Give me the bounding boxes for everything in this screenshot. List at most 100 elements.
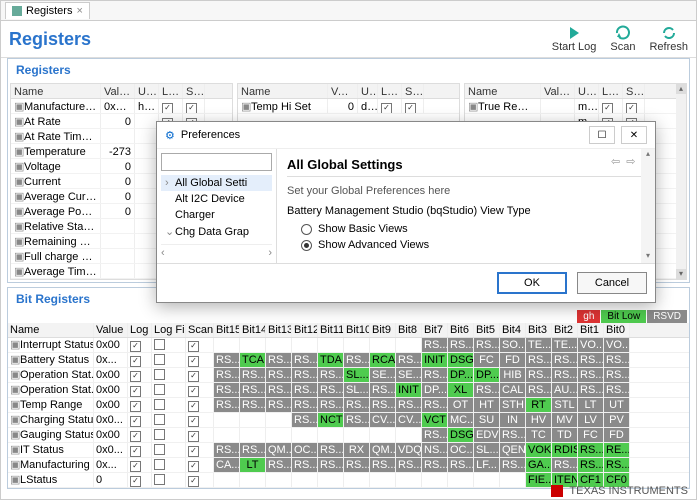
checkbox[interactable] xyxy=(130,431,141,442)
bit-cell: RS... xyxy=(578,458,604,472)
tree-scroll-left[interactable]: ‹ xyxy=(161,247,165,259)
nav-fwd-icon[interactable]: ⇨ xyxy=(626,155,635,168)
checkbox[interactable] xyxy=(154,474,165,485)
bit-cell: LF... xyxy=(474,458,500,472)
checkbox[interactable] xyxy=(130,341,141,352)
header: Registers Start Log Scan Refresh xyxy=(1,21,696,58)
checkbox[interactable] xyxy=(188,386,199,397)
checkbox[interactable] xyxy=(154,384,165,395)
bit-row[interactable]: ▣Operation Stat...0x00RS...RS...RS...RS.… xyxy=(8,368,689,383)
tree-scroll-right[interactable]: › xyxy=(268,247,272,259)
checkbox[interactable] xyxy=(188,356,199,367)
vscrollbar[interactable]: ▴▾ xyxy=(676,84,686,279)
checkbox[interactable] xyxy=(154,399,165,410)
bit-row[interactable]: ▣IT Status0x0...RS...RS...QM...OC...RS..… xyxy=(8,443,689,458)
bit-cell: LT xyxy=(240,458,266,472)
bit-cell: RS... xyxy=(240,398,266,412)
checkbox[interactable] xyxy=(626,103,637,114)
checkbox[interactable] xyxy=(188,446,199,457)
register-row[interactable]: ▣True Rem Q ...m... xyxy=(465,99,676,114)
tree-charger[interactable]: Charger xyxy=(161,207,272,223)
bit-cell xyxy=(370,473,396,487)
bit-cell: CA... xyxy=(214,458,240,472)
refresh-button[interactable]: Refresh xyxy=(649,25,688,53)
register-row[interactable]: ▣Temp Hi Set0d... xyxy=(238,99,459,114)
bit-cell: RS... xyxy=(526,368,552,382)
checkbox[interactable] xyxy=(130,371,141,382)
close-button[interactable]: ✕ xyxy=(621,126,647,144)
bit-grid-header: NameValueLogLog Fi...ScanBit15Bit14Bit13… xyxy=(8,323,689,338)
checkbox[interactable] xyxy=(154,354,165,365)
bit-cell: TE... xyxy=(526,338,552,352)
bit-cell: QM... xyxy=(266,443,292,457)
checkbox[interactable] xyxy=(130,386,141,397)
bit-row[interactable]: ▣Manufacturing ...0x...CA...LTRS...RS...… xyxy=(8,458,689,473)
bit-cell: INIT xyxy=(422,353,448,367)
checkbox[interactable] xyxy=(188,476,199,487)
tree-chg-data[interactable]: ⌄Chg Data Grap xyxy=(161,223,272,240)
checkbox[interactable] xyxy=(602,103,613,114)
bit-cell: RS... xyxy=(578,368,604,382)
bit-cell: OC... xyxy=(448,443,474,457)
radio-advanced-views[interactable]: Show Advanced Views xyxy=(301,239,645,251)
checkbox[interactable] xyxy=(162,103,173,114)
tab-close-icon[interactable]: × xyxy=(76,5,82,17)
bit-cell: RS... xyxy=(500,428,526,442)
bit-cell: RS... xyxy=(318,443,344,457)
checkbox[interactable] xyxy=(186,103,197,114)
tree-global-settings[interactable]: ›All Global Setti xyxy=(161,175,272,191)
checkbox[interactable] xyxy=(188,416,199,427)
bit-row[interactable]: ▣Operation Stat...0x00RS...RS...RS...RS.… xyxy=(8,383,689,398)
ok-button[interactable]: OK xyxy=(497,272,567,294)
checkbox[interactable] xyxy=(130,356,141,367)
bit-cell: SO... xyxy=(500,338,526,352)
checkbox[interactable] xyxy=(154,459,165,470)
checkbox[interactable] xyxy=(154,429,165,440)
checkbox[interactable] xyxy=(130,446,141,457)
bit-cell: RS... xyxy=(266,383,292,397)
checkbox[interactable] xyxy=(188,401,199,412)
checkbox[interactable] xyxy=(154,444,165,455)
checkbox[interactable] xyxy=(154,339,165,350)
checkbox[interactable] xyxy=(188,431,199,442)
checkbox[interactable] xyxy=(130,401,141,412)
bit-cell: RS... xyxy=(318,458,344,472)
checkbox[interactable] xyxy=(405,103,416,114)
maximize-button[interactable]: ☐ xyxy=(589,126,615,144)
checkbox[interactable] xyxy=(154,369,165,380)
register-row[interactable]: ▣Manufacturer Acc...0x0000hex xyxy=(11,99,232,114)
bit-cell: TC xyxy=(526,428,552,442)
checkbox[interactable] xyxy=(130,461,141,472)
checkbox[interactable] xyxy=(154,414,165,425)
pref-vscroll[interactable]: ▴▾ xyxy=(641,149,655,263)
gear-icon: ⚙ xyxy=(165,129,175,142)
checkbox[interactable] xyxy=(188,371,199,382)
bit-row[interactable]: ▣Battery Status0x...RS...TCARS...RS...TD… xyxy=(8,353,689,368)
tree-alt-i2c[interactable]: Alt I2C Device xyxy=(161,191,272,207)
bit-cell: RCA xyxy=(370,353,396,367)
preferences-tree: ›All Global Setti Alt I2C Device Charger… xyxy=(157,149,277,263)
bit-cell xyxy=(396,338,422,352)
bit-cell: RS... xyxy=(344,398,370,412)
checkbox[interactable] xyxy=(188,461,199,472)
bit-row[interactable]: ▣Gauging Status0x00RS...DSGEDVRS...TCTDF… xyxy=(8,428,689,443)
bit-row[interactable]: ▣Temp Range0x00RS...RS...RS...RS...RS...… xyxy=(8,398,689,413)
bit-cell: AU... xyxy=(552,383,578,397)
bit-row[interactable]: ▣Charging Status0x0...RS...NCTRS...CV...… xyxy=(8,413,689,428)
checkbox[interactable] xyxy=(188,341,199,352)
cancel-button[interactable]: Cancel xyxy=(577,272,647,294)
tab-registers[interactable]: Registers × xyxy=(5,2,90,19)
checkbox[interactable] xyxy=(130,416,141,427)
bit-cell: DP... xyxy=(474,368,500,382)
bit-cell: RS... xyxy=(266,398,292,412)
nav-back-icon[interactable]: ⇦ xyxy=(611,155,620,168)
bit-cell: RS... xyxy=(578,443,604,457)
filter-input[interactable] xyxy=(161,153,272,171)
checkbox[interactable] xyxy=(130,476,141,487)
start-log-button[interactable]: Start Log xyxy=(552,25,597,53)
checkbox[interactable] xyxy=(381,103,392,114)
radio-basic-views[interactable]: Show Basic Views xyxy=(301,223,645,235)
bit-cell: TD xyxy=(552,428,578,442)
bit-row[interactable]: ▣Interrupt Status0x00RS...RS...RS...SO..… xyxy=(8,338,689,353)
scan-button[interactable]: Scan xyxy=(610,25,635,53)
